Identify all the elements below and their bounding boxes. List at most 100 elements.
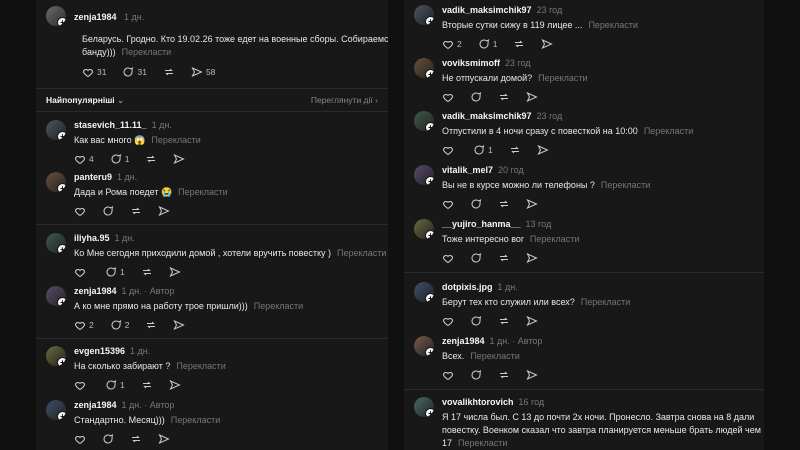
repost-button[interactable]	[141, 379, 153, 391]
translate-link[interactable]: Перекласти	[171, 415, 220, 425]
username[interactable]: vadik_maksimchik97	[442, 5, 532, 15]
translate-link[interactable]: Перекласти	[176, 361, 225, 371]
share-button[interactable]	[173, 153, 186, 165]
follow-plus-icon[interactable]: +	[57, 411, 66, 420]
view-activity-link[interactable]: Переглянути дії ›	[311, 95, 378, 105]
share-button[interactable]	[537, 144, 549, 156]
like-button[interactable]	[74, 379, 89, 391]
reply-button[interactable]: 1	[105, 379, 125, 391]
follow-plus-icon[interactable]: +	[57, 297, 66, 306]
like-button[interactable]	[442, 198, 454, 210]
follow-plus-icon[interactable]: +	[425, 176, 434, 185]
reply-button[interactable]	[470, 252, 482, 264]
avatar[interactable]: +	[46, 6, 66, 26]
avatar[interactable]: +	[414, 219, 434, 239]
repost-button[interactable]	[498, 91, 510, 103]
translate-link[interactable]: Перекласти	[470, 351, 519, 361]
username[interactable]: vadik_maksimchik97	[442, 111, 532, 121]
username[interactable]: voviksmimoff	[442, 58, 500, 68]
repost-button[interactable]	[130, 205, 142, 217]
share-button[interactable]	[526, 369, 538, 381]
username[interactable]: iliyha.95	[74, 233, 110, 243]
reply-button[interactable]	[470, 91, 482, 103]
repost-button[interactable]	[498, 198, 510, 210]
like-button[interactable]	[442, 144, 457, 156]
avatar[interactable]: +	[46, 120, 66, 140]
avatar[interactable]: +	[414, 165, 434, 185]
repost-button[interactable]	[145, 153, 157, 165]
username[interactable]: zenja1984	[74, 400, 117, 410]
translate-link[interactable]: Перекласти	[337, 248, 386, 258]
reply-button[interactable]: 1	[478, 38, 497, 50]
username[interactable]: vitalik_mel7	[442, 165, 493, 175]
follow-plus-icon[interactable]: +	[425, 408, 434, 417]
share-button[interactable]: 58	[191, 66, 215, 78]
like-button[interactable]	[442, 315, 454, 327]
username[interactable]: panteru9	[74, 172, 112, 182]
reply-button[interactable]	[470, 198, 482, 210]
repost-button[interactable]	[163, 66, 175, 78]
repost-button[interactable]	[145, 319, 157, 331]
repost-button[interactable]	[509, 144, 521, 156]
like-button[interactable]	[442, 369, 454, 381]
reply-button[interactable]: 1	[473, 144, 493, 156]
follow-plus-icon[interactable]: +	[425, 347, 434, 356]
like-button[interactable]	[442, 91, 454, 103]
repost-button[interactable]	[141, 266, 153, 278]
like-button[interactable]: 2	[74, 319, 94, 331]
translate-link[interactable]: Перекласти	[581, 297, 630, 307]
avatar[interactable]: +	[46, 233, 66, 253]
translate-link[interactable]: Перекласти	[178, 187, 227, 197]
like-button[interactable]: 4	[74, 153, 94, 165]
reply-button[interactable]	[102, 205, 114, 217]
reply-button[interactable]	[470, 315, 482, 327]
share-button[interactable]	[526, 198, 538, 210]
share-button[interactable]	[541, 38, 554, 50]
repost-button[interactable]	[498, 252, 510, 264]
username[interactable]: __yujiro_hanma__	[442, 219, 521, 229]
repost-button[interactable]	[498, 315, 510, 327]
follow-plus-icon[interactable]: +	[57, 17, 66, 26]
avatar[interactable]: +	[414, 282, 434, 302]
translate-link[interactable]: Перекласти	[122, 47, 171, 57]
follow-plus-icon[interactable]: +	[425, 16, 434, 25]
comment-button[interactable]: 31	[122, 66, 147, 78]
like-button[interactable]	[74, 205, 86, 217]
username[interactable]: zenja1984	[74, 286, 117, 296]
translate-link[interactable]: Перекласти	[151, 135, 200, 145]
username[interactable]: zenja1984	[74, 12, 117, 22]
reply-button[interactable]: 2	[110, 319, 129, 331]
avatar[interactable]: +	[414, 58, 434, 78]
avatar[interactable]: +	[46, 346, 66, 366]
username[interactable]: zenja1984	[442, 336, 485, 346]
avatar[interactable]: +	[414, 397, 434, 417]
share-button[interactable]	[169, 266, 181, 278]
avatar[interactable]: +	[414, 5, 434, 25]
like-button[interactable]: 2	[442, 38, 462, 50]
repost-button[interactable]	[498, 369, 510, 381]
translate-link[interactable]: Перекласти	[601, 180, 650, 190]
avatar[interactable]: +	[414, 336, 434, 356]
username[interactable]: evgen15396	[74, 346, 125, 356]
translate-link[interactable]: Перекласти	[530, 234, 579, 244]
like-button[interactable]	[74, 266, 89, 278]
translate-link[interactable]: Перекласти	[254, 301, 303, 311]
translate-link[interactable]: Перекласти	[458, 438, 507, 448]
sort-dropdown[interactable]: Найпопулярніші ⌄	[46, 95, 124, 106]
share-button[interactable]	[173, 319, 186, 331]
follow-plus-icon[interactable]: +	[57, 357, 66, 366]
translate-link[interactable]: Перекласти	[644, 126, 693, 136]
follow-plus-icon[interactable]: +	[425, 69, 434, 78]
translate-link[interactable]: Перекласти	[538, 73, 587, 83]
avatar[interactable]: +	[46, 286, 66, 306]
repost-button[interactable]	[513, 38, 525, 50]
follow-plus-icon[interactable]: +	[57, 131, 66, 140]
like-button[interactable]	[442, 252, 454, 264]
share-button[interactable]	[526, 91, 538, 103]
reply-button[interactable]	[470, 369, 482, 381]
follow-plus-icon[interactable]: +	[425, 293, 434, 302]
like-button[interactable]	[74, 433, 86, 445]
reply-button[interactable]: 1	[105, 266, 125, 278]
share-button[interactable]	[169, 379, 181, 391]
avatar[interactable]: +	[46, 400, 66, 420]
